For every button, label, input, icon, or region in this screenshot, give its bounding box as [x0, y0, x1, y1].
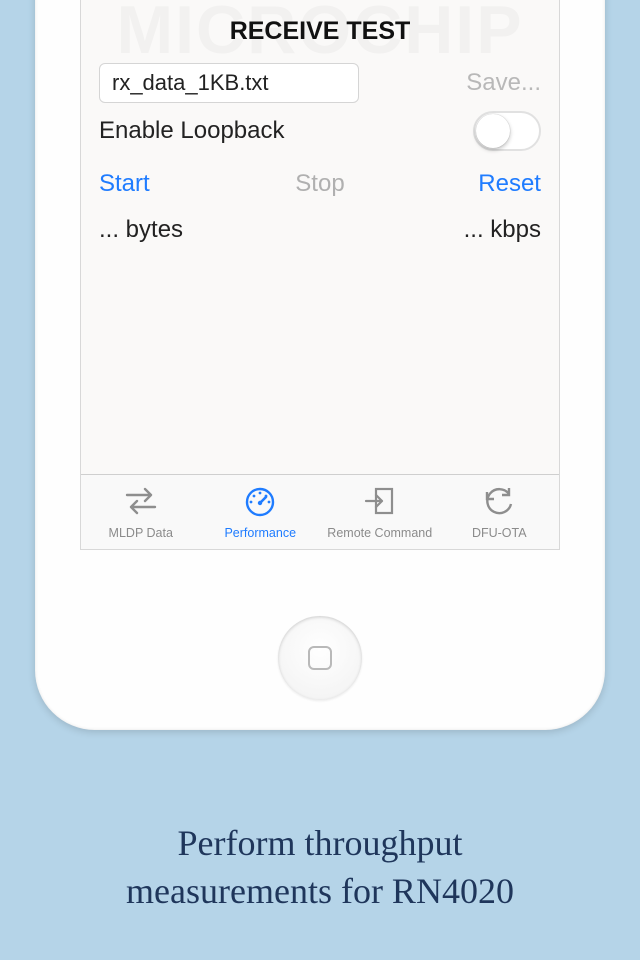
tab-bar: MLDP Data Performance Remote Command DFU… — [81, 474, 559, 549]
tab-mldp-data[interactable]: MLDP Data — [81, 475, 201, 549]
rx-filename-input[interactable]: rx_data_1KB.txt — [99, 63, 359, 103]
stop-button[interactable]: Stop — [246, 170, 393, 198]
loopback-row: Enable Loopback — [99, 106, 541, 156]
enter-arrow-icon — [362, 484, 398, 523]
tab-label: Performance — [224, 526, 296, 540]
tab-label: DFU-OTA — [472, 526, 527, 540]
loopback-toggle[interactable] — [473, 111, 541, 151]
home-square-icon — [308, 646, 332, 670]
section-divider: ---------------------------- — [99, 0, 541, 11]
phone-frame: MICROCHIP Write Without Response Delay (… — [35, 0, 605, 730]
loopback-label: Enable Loopback — [99, 117, 284, 145]
refresh-icon — [481, 484, 517, 523]
caption-line-1: Perform throughput — [0, 819, 640, 868]
tab-label: MLDP Data — [109, 526, 173, 540]
start-button[interactable]: Start — [99, 170, 246, 198]
tab-performance[interactable]: Performance — [201, 475, 321, 549]
tab-label: Remote Command — [327, 526, 432, 540]
tab-dfu-ota[interactable]: DFU-OTA — [440, 475, 560, 549]
receive-reset-button[interactable]: Reset — [394, 170, 541, 198]
home-button[interactable] — [278, 616, 362, 700]
receive-test-heading: RECEIVE TEST — [99, 17, 541, 46]
tab-remote-command[interactable]: Remote Command — [320, 475, 440, 549]
receive-kbps-stat: ... kbps — [464, 216, 541, 244]
app-screen: MICROCHIP Write Without Response Delay (… — [80, 0, 560, 550]
caption-line-2: measurements for RN4020 — [0, 867, 640, 916]
receive-bytes-stat: ... bytes — [99, 216, 183, 244]
gauge-icon — [242, 484, 278, 523]
marketing-caption: Perform throughput measurements for RN40… — [0, 819, 640, 916]
receive-controls-row: Start Stop Reset — [99, 170, 541, 198]
receive-stats-row: ... bytes ... kbps — [99, 216, 541, 244]
transfer-arrows-icon — [123, 484, 159, 523]
filename-row: rx_data_1KB.txt Save... — [99, 60, 541, 106]
save-button[interactable]: Save... — [466, 69, 541, 97]
